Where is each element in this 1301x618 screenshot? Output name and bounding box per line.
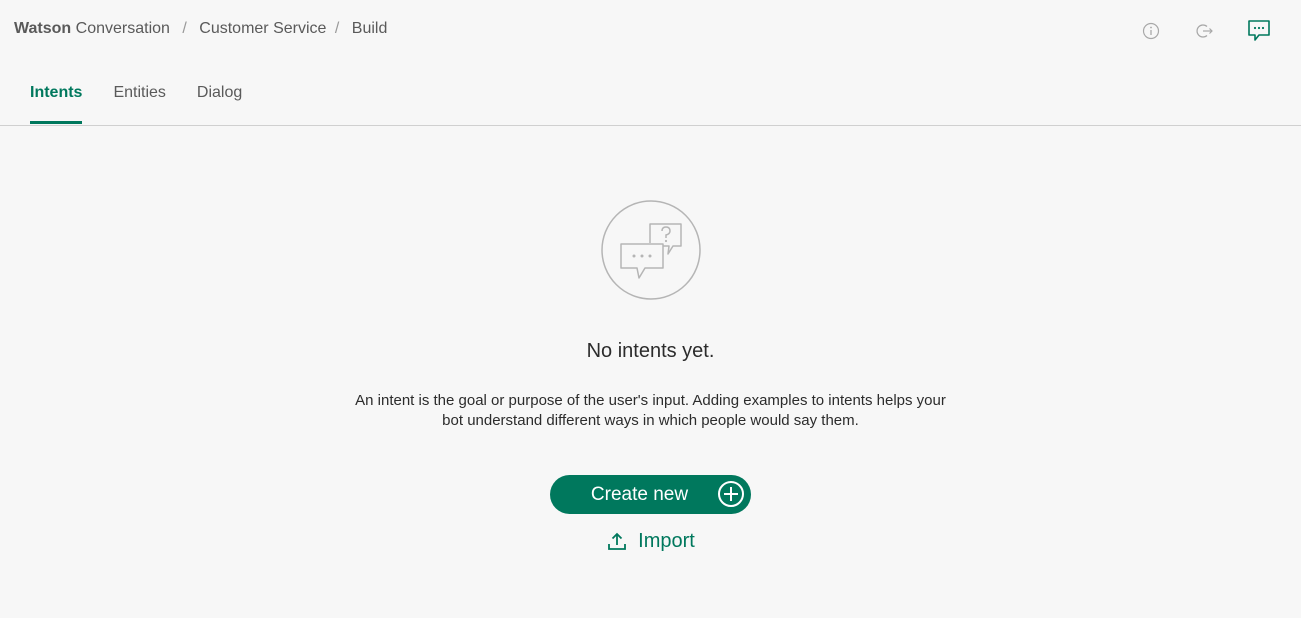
empty-state-description: An intent is the goal or purpose of the … <box>331 391 971 431</box>
description-line: An intent is the goal or purpose of the … <box>355 392 946 409</box>
tab-dialog[interactable]: Dialog <box>197 84 242 122</box>
tab-divider <box>0 125 1301 126</box>
breadcrumb: Watson Conversation / Customer Service /… <box>14 20 387 38</box>
empty-state: No intents yet. An intent is the goal or… <box>0 200 1301 553</box>
chat-button[interactable] <box>1245 17 1273 45</box>
plus-circle-icon <box>718 481 744 507</box>
chat-icon <box>1248 20 1270 41</box>
brand-name[interactable]: Watson <box>14 20 71 37</box>
tab-intents[interactable]: Intents <box>30 84 83 124</box>
logout-icon <box>1196 24 1213 38</box>
description-line: bot understand different ways in which p… <box>442 412 859 429</box>
chat-question-icon <box>600 200 701 300</box>
brand-product[interactable]: Conversation <box>76 20 170 37</box>
info-button[interactable] <box>1137 17 1165 45</box>
empty-state-title: No intents yet. <box>586 340 715 362</box>
import-label: Import <box>638 530 695 552</box>
breadcrumb-separator: / <box>182 20 187 37</box>
import-button[interactable]: Import <box>591 530 711 553</box>
top-bar: Watson Conversation / Customer Service /… <box>0 0 1301 60</box>
breadcrumb-current-page: Build <box>351 20 388 37</box>
tab-entities[interactable]: Entities <box>113 84 165 122</box>
info-icon <box>1142 22 1160 40</box>
logout-button[interactable] <box>1191 17 1219 45</box>
create-new-button[interactable]: Create new <box>550 475 751 514</box>
header-actions <box>1111 17 1273 45</box>
tab-bar: Intents Entities Dialog <box>30 84 273 124</box>
breadcrumb-workspace[interactable]: Customer Service <box>199 20 326 37</box>
breadcrumb-separator: / <box>334 20 340 37</box>
create-new-label: Create new <box>590 483 689 505</box>
upload-icon <box>608 532 627 550</box>
